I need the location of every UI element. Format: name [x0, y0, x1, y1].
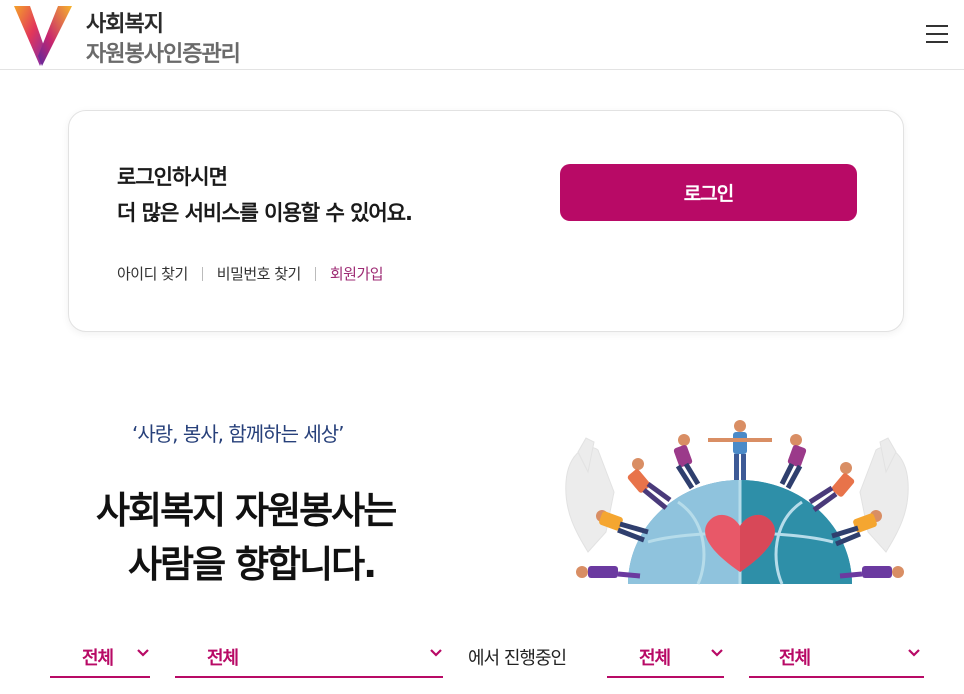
login-message-line2: 더 많은 서비스를 이용할 수 있어요.	[117, 201, 413, 225]
category1-value: 전체	[639, 648, 671, 669]
login-card: 로그인하시면 더 많은 서비스를 이용할 수 있어요. 로그인 아이디 찾기 비…	[68, 110, 904, 332]
hero-title-line1: 사회복지 자원봉사는	[96, 489, 397, 532]
chevron-down-icon	[137, 649, 149, 657]
menu-bar	[926, 33, 948, 35]
region1-value: 전체	[82, 648, 114, 669]
brand-subtitle: 자원봉사인증관리	[86, 42, 241, 67]
v-logo-icon[interactable]	[12, 4, 74, 68]
volunteers-globe-illustration	[565, 420, 909, 585]
region2-select[interactable]: 전체	[175, 634, 443, 678]
link-divider	[314, 266, 316, 281]
link-divider	[201, 266, 203, 281]
find-password-link[interactable]: 비밀번호 찾기	[217, 263, 302, 284]
account-links: 아이디 찾기 비밀번호 찾기 회원가입	[117, 263, 384, 284]
chevron-down-icon	[430, 649, 442, 657]
top-header: 사회복지 자원봉사인증관리	[0, 0, 964, 70]
find-id-link[interactable]: 아이디 찾기	[117, 263, 188, 284]
brand-title: 사회복지	[86, 12, 164, 37]
hero-quote: ‘사랑, 봉사, 함께하는 세상’	[132, 422, 345, 446]
filter-connector-text: 에서 진행중인	[468, 648, 567, 669]
hero-title-line2: 사람을 향합니다.	[128, 543, 377, 586]
category1-select[interactable]: 전체	[607, 634, 724, 678]
region1-select[interactable]: 전체	[50, 634, 150, 678]
menu-bar	[926, 41, 948, 43]
region2-value: 전체	[207, 648, 239, 669]
signup-link[interactable]: 회원가입	[330, 263, 384, 284]
chevron-down-icon	[908, 649, 920, 657]
login-button[interactable]: 로그인	[560, 164, 857, 221]
login-message-line1: 로그인하시면	[117, 165, 228, 189]
hamburger-menu-icon[interactable]	[924, 22, 952, 48]
category2-select[interactable]: 전체	[749, 634, 924, 678]
menu-bar	[926, 25, 948, 27]
chevron-down-icon	[711, 649, 723, 657]
category2-value: 전체	[779, 648, 811, 669]
